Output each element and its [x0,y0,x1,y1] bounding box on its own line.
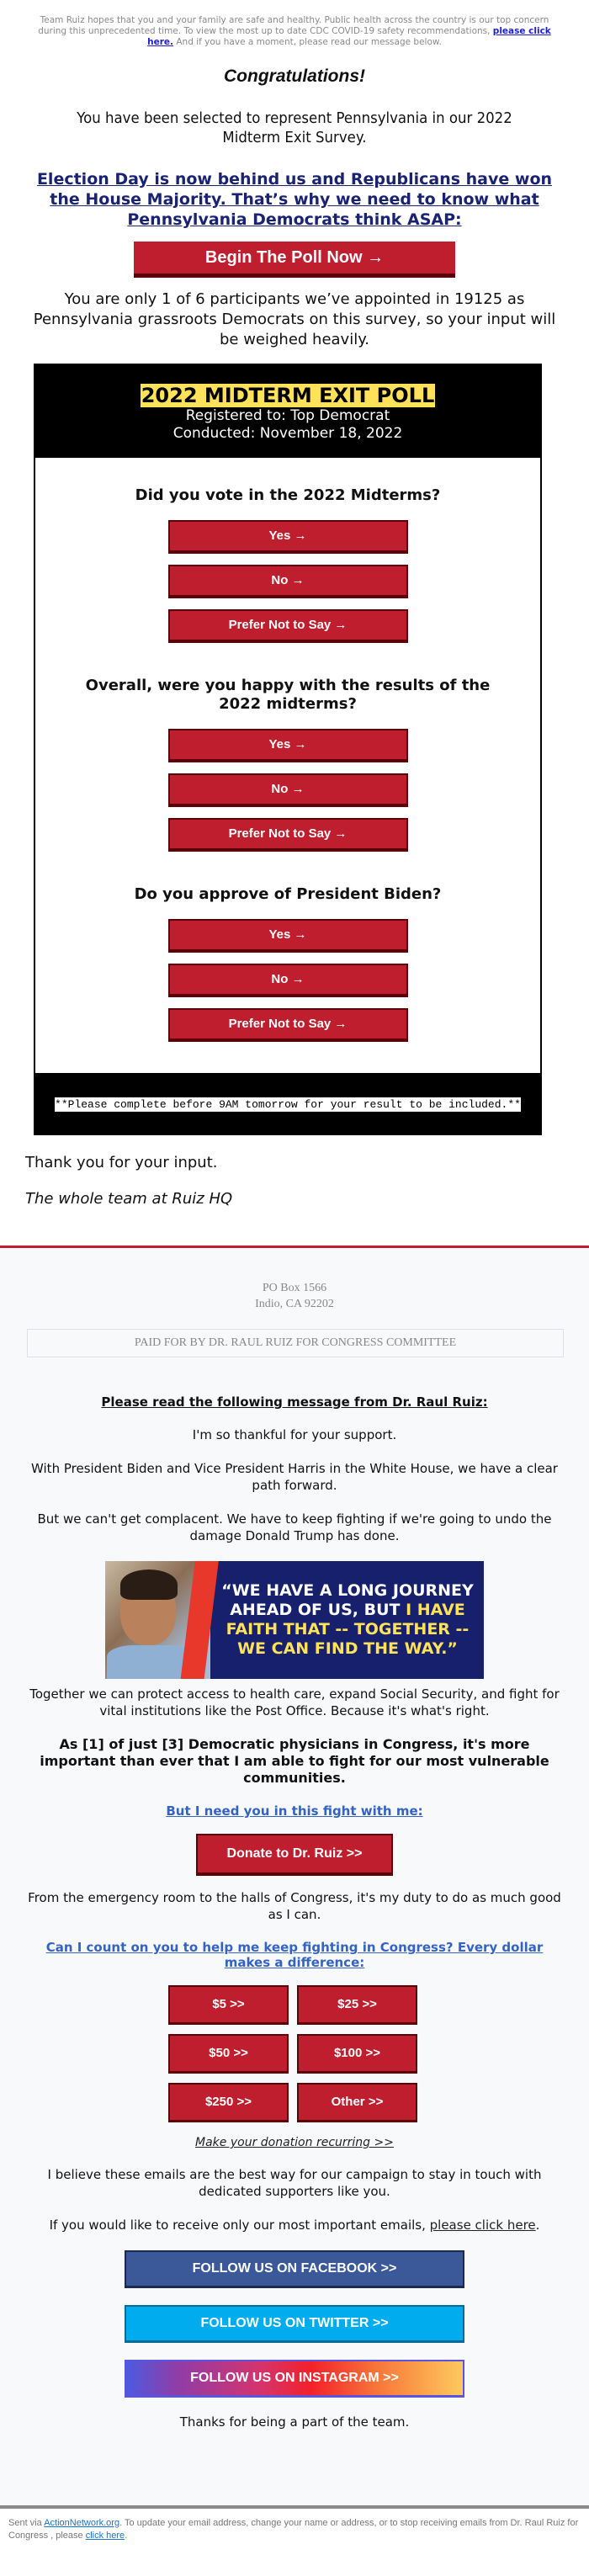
poll-title: 2022 MIDTERM EXIT POLL [140,384,436,407]
answer-yes-button[interactable]: Yes → [167,919,408,953]
paragraph: Together we can protect access to health… [29,1686,560,1718]
donate-button[interactable]: Donate to Dr. Ruiz >> [196,1834,393,1876]
question-text: Overall, were you happy with the results… [85,677,491,713]
quote-banner-image: “WE HAVE A LONG JOURNEY AHEAD OF US, BUT… [105,1561,484,1679]
headline-link[interactable]: Election Day is now behind us and Republ… [37,170,552,229]
email-footer: Sent via ActionNetwork.org. To update yo… [0,2509,589,2576]
paid-for-disclaimer: PAID FOR BY DR. RAUL RUIZ FOR CONGRESS C… [27,1329,564,1357]
answer-no-button[interactable]: No → [167,773,408,807]
thanks-text: Thank you for your input. [25,1154,218,1171]
answer-prefer-not-button[interactable]: Prefer Not to Say → [167,1008,408,1042]
question-text: Do you approve of President Biden? [134,885,442,903]
answer-yes-button[interactable]: Yes → [167,729,408,762]
paragraph: From the emergency room to the halls of … [28,1890,561,1922]
address-line-1: PO Box 1566 [262,1282,327,1294]
poll-registered: Registered to: Top Democrat [185,407,390,424]
mailing-address: PO Box 1566 Indio, CA 92202 [25,1280,564,1312]
donate-other-button[interactable]: Other >> [297,2083,417,2122]
paragraph: I'm so thankful for your support. [192,1427,397,1442]
email-top-section: Team Ruiz hopes that you and your family… [0,0,589,1246]
preferences-text: If you would like to receive only our mo… [49,2217,430,2233]
message-heading: Please read the following message from D… [101,1394,488,1410]
signature: The whole team at Ruiz HQ [25,1190,233,1208]
selected-text: You have been selected to represent Penn… [77,109,512,146]
preheader-text: Team Ruiz hopes that you and your family… [38,15,549,36]
answer-no-button[interactable]: No → [167,964,408,997]
question-group: Did you vote in the 2022 Midterms? Yes →… [35,486,540,643]
exit-poll-box: 2022 MIDTERM EXIT POLL Registered to: To… [34,364,542,1135]
headline: Election Day is now behind us and Republ… [25,169,564,230]
preferences-link[interactable]: please click here [430,2217,536,2233]
paragraph: But we can't get complacent. We have to … [37,1511,552,1543]
address-line-2: Indio, CA 92202 [255,1298,334,1310]
begin-poll-button[interactable]: Begin The Poll Now → [134,242,455,278]
deadline-notice: **Please complete before 9AM tomorrow fo… [55,1097,521,1112]
question-group: Do you approve of President Biden? Yes →… [35,885,540,1042]
paragraph: With President Biden and Vice President … [31,1461,558,1493]
paragraph: I believe these emails are the best way … [47,2167,542,2199]
campaign-message-section: PO Box 1566 Indio, CA 92202 PAID FOR BY … [0,1248,589,2505]
team-thanks: Thanks for being a part of the team. [179,2414,410,2430]
question-text: Did you vote in the 2022 Midterms? [135,486,441,504]
count-on-you-link[interactable]: Can I count on you to help me keep fight… [25,1940,564,1970]
footer-sent-via: Sent via [8,2518,45,2528]
participants-text: You are only 1 of 6 participants we’ve a… [33,290,556,348]
paragraph-bold: As [1] of just [3] Democratic physicians… [40,1736,549,1786]
question-group: Overall, were you happy with the results… [35,677,540,852]
donate-50-button[interactable]: $50 >> [168,2034,289,2074]
unsubscribe-link[interactable]: click here [86,2531,125,2541]
facebook-button[interactable]: FOLLOW US ON FACEBOOK >> [125,2250,464,2288]
photo-hair [120,1570,178,1600]
poll-header: 2022 MIDTERM EXIT POLL Registered to: To… [35,365,540,458]
recurring-donation-link[interactable]: Make your donation recurring >> [25,2136,564,2149]
donate-25-button[interactable]: $25 >> [297,1985,417,2025]
answer-no-button[interactable]: No → [167,565,408,598]
preferences-paragraph: If you would like to receive only our mo… [25,2217,564,2233]
answer-yes-button[interactable]: Yes → [167,520,408,554]
poll-footer: **Please complete before 9AM tomorrow fo… [35,1073,540,1134]
donate-100-button[interactable]: $100 >> [297,2034,417,2074]
poll-body: Did you vote in the 2022 Midterms? Yes →… [35,458,540,1073]
footer-end: . [125,2531,128,2541]
donate-250-button[interactable]: $250 >> [168,2083,289,2122]
poll-conducted: Conducted: November 18, 2022 [172,425,403,442]
preferences-end: . [535,2217,540,2233]
preheader-text-after: And if you have a moment, please read ou… [173,37,442,47]
actionnetwork-link[interactable]: ActionNetwork.org [44,2518,119,2528]
twitter-button[interactable]: FOLLOW US ON TWITTER >> [125,2305,464,2343]
donate-5-button[interactable]: $5 >> [168,1985,289,2025]
answer-prefer-not-button[interactable]: Prefer Not to Say → [167,609,408,643]
instagram-button[interactable]: FOLLOW US ON INSTAGRAM >> [125,2360,464,2398]
preheader: Team Ruiz hopes that you and your family… [25,15,564,48]
congrats-heading: Congratulations! [224,66,365,86]
need-you-link[interactable]: But I need you in this fight with me: [25,1803,564,1819]
donation-amounts-grid: $5 >> $25 >> $50 >> $100 >> $250 >> Othe… [168,1985,421,2122]
answer-prefer-not-button[interactable]: Prefer Not to Say → [167,818,408,852]
banner-quote: “WE HAVE A LONG JOURNEY AHEAD OF US, BUT… [216,1581,479,1659]
